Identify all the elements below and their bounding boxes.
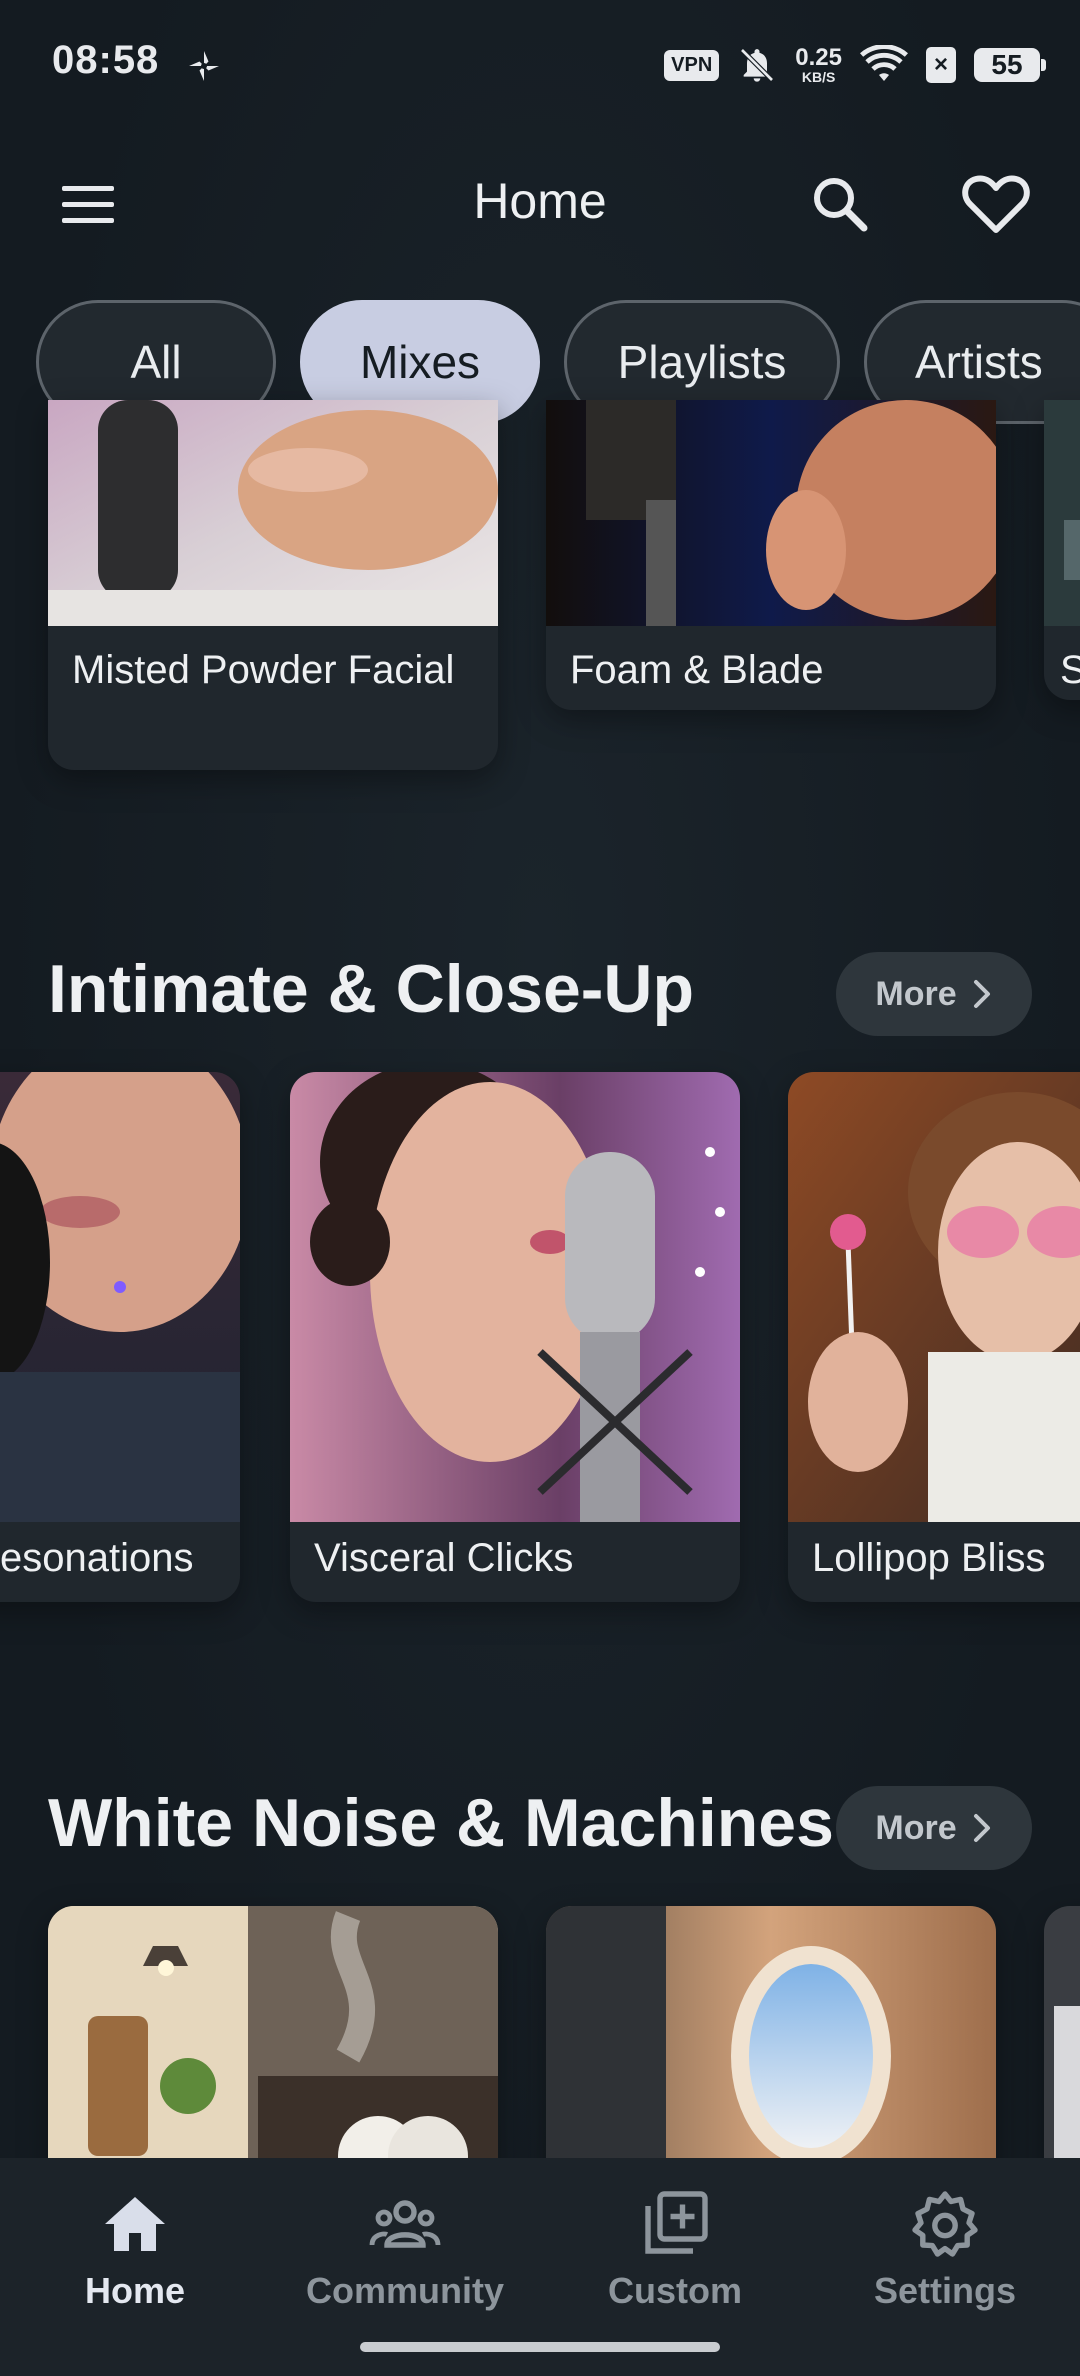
nav-item-custom[interactable]: Custom [540,2188,810,2312]
card-title: Lollipop Bliss [812,1536,1046,1580]
pinwheel-icon [189,51,219,81]
chip-label: All [130,336,182,388]
more-button-white-noise[interactable]: More [836,1786,1032,1870]
nav-item-community[interactable]: Community [270,2188,540,2312]
card-image [546,400,996,626]
network-speed-value: 0.25 [795,44,842,71]
nav-label: Home [84,2270,186,2311]
card-title: Foam & Blade [570,648,824,692]
battery-icon: 55 [974,48,1046,82]
vpn-icon: VPN [664,49,720,81]
section-title-white-noise: White Noise & Machines [48,1785,834,1861]
card-title: Visceral Clicks [314,1536,574,1580]
app-bar: Home [0,150,1080,260]
page-title: Home [473,173,607,229]
nav-label: Settings [873,2270,1016,2311]
nav-label: Community [306,2270,504,2311]
card-image [48,400,498,626]
wifi-icon [860,45,908,81]
card-image [788,1072,1080,1522]
network-speed: 0.25 KB/S [795,44,842,85]
home-indicator[interactable] [360,2342,720,2352]
mix-card-foam-and-blade[interactable]: Foam & Blade [546,400,996,710]
card-title: Misted Powder Facial [72,648,455,692]
nav-item-home[interactable]: Home [0,2188,270,2312]
card-image [0,1072,240,1522]
mix-card-resonations[interactable]: esonations [0,1072,240,1602]
more-label: More [875,1808,957,1847]
status-bar: 08:58 VPN 0.25 KB/S × 55 [0,0,1080,130]
home-icon [105,2197,165,2251]
status-time: 08:58 [52,38,160,82]
more-label: More [875,974,957,1013]
status-icons: VPN 0.25 KB/S × 55 [664,40,1046,90]
card-image [1044,400,1080,626]
card-title: esonations [0,1536,194,1580]
nav-item-settings[interactable]: Settings [810,2188,1080,2312]
mix-card-visceral-clicks[interactable]: Visceral Clicks [290,1072,740,1602]
network-speed-unit: KB/S [801,69,836,85]
nav-label: Custom [608,2270,742,2311]
add-box-icon [645,2191,708,2254]
bell-off-icon [740,48,775,82]
chevron-right-icon [973,980,990,1008]
gear-icon [912,2191,978,2257]
card-image [290,1072,740,1522]
sim-x-icon: × [926,47,956,83]
section-title-intimate: Intimate & Close-Up [48,951,695,1027]
more-button-intimate[interactable]: More [836,952,1032,1036]
chip-label: Artists [915,336,1043,388]
mix-card-misted-powder-facial[interactable]: Misted Powder Facial [48,400,498,770]
chip-label: Mixes [359,336,481,388]
mix-card-lollipop-bliss[interactable]: Lollipop Bliss [788,1072,1080,1602]
mix-card-partial[interactable]: S [1044,400,1080,700]
card-title: S [1060,648,1080,692]
search-icon[interactable] [806,170,874,238]
heart-icon[interactable] [960,170,1032,238]
screen: 08:58 VPN 0.25 KB/S × 55 Home All Mixes … [0,0,1080,2376]
chevron-right-icon [973,1814,990,1842]
chip-label: Playlists [617,336,787,388]
community-icon [369,2200,441,2248]
